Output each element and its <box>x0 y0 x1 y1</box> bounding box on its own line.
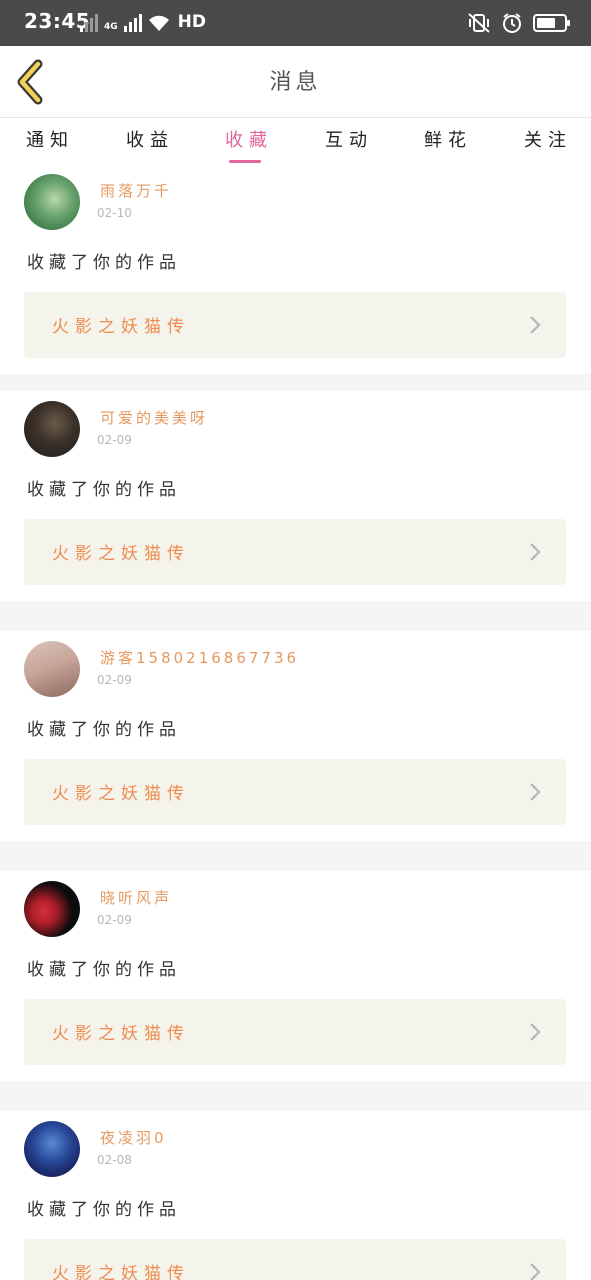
work-link[interactable]: 火影之妖猫传 <box>24 519 566 585</box>
message-card: 雨落万千 02-10 收藏了你的作品 火影之妖猫传 <box>0 164 591 374</box>
action-text: 收藏了你的作品 <box>27 720 181 740</box>
tab-notifications[interactable]: 通知 <box>26 126 74 152</box>
work-title: 火影之妖猫传 <box>52 1264 190 1280</box>
work-title: 火影之妖猫传 <box>52 544 190 564</box>
message-card: 晓听风声 02-09 收藏了你的作品 火影之妖猫传 <box>0 871 591 1081</box>
status-left-icons: 4G HD <box>80 12 206 32</box>
hd-indicator: HD <box>177 12 206 32</box>
active-tab-indicator <box>229 160 261 163</box>
avatar[interactable] <box>24 401 80 457</box>
work-title: 火影之妖猫传 <box>52 1024 190 1044</box>
username[interactable]: 夜凌羽0 <box>100 1127 167 1148</box>
alarm-icon <box>503 13 521 33</box>
message-card: 游客1580216867736 02-09 收藏了你的作品 火影之妖猫传 <box>0 631 591 841</box>
tab-bar: 通知 收益 收藏 互动 鲜花 关注 <box>0 118 591 164</box>
chevron-right-icon <box>530 783 541 801</box>
avatar[interactable] <box>24 641 80 697</box>
message-card: 可爱的美美呀 02-09 收藏了你的作品 火影之妖猫传 <box>0 391 591 601</box>
vibrate-off-icon <box>468 13 490 33</box>
battery-icon <box>533 14 570 32</box>
page-title: 消息 <box>269 70 322 95</box>
action-text: 收藏了你的作品 <box>27 960 181 980</box>
avatar[interactable] <box>24 1121 80 1177</box>
action-text: 收藏了你的作品 <box>27 253 181 273</box>
message-date: 02-10 <box>97 206 132 220</box>
tab-flowers[interactable]: 鲜花 <box>424 126 472 152</box>
header: 消息 <box>0 46 591 118</box>
work-link[interactable]: 火影之妖猫传 <box>24 999 566 1065</box>
avatar[interactable] <box>24 174 80 230</box>
tab-follows[interactable]: 关注 <box>524 126 572 152</box>
work-link[interactable]: 火影之妖猫传 <box>24 292 566 358</box>
username[interactable]: 游客1580216867736 <box>100 647 299 668</box>
message-date: 02-09 <box>97 673 132 687</box>
work-link[interactable]: 火影之妖猫传 <box>24 1239 566 1280</box>
status-right-icons <box>467 12 570 34</box>
chevron-right-icon <box>530 316 541 334</box>
signal-icon <box>123 12 142 32</box>
tab-favorites[interactable]: 收藏 <box>225 126 273 152</box>
action-text: 收藏了你的作品 <box>27 1200 181 1220</box>
signal-icon <box>80 12 98 32</box>
message-date: 02-09 <box>97 433 132 447</box>
username[interactable]: 雨落万千 <box>100 180 172 201</box>
message-date: 02-09 <box>97 913 132 927</box>
tab-interactions[interactable]: 互动 <box>325 126 373 152</box>
username[interactable]: 晓听风声 <box>100 887 172 908</box>
work-link[interactable]: 火影之妖猫传 <box>24 759 566 825</box>
message-card: 夜凌羽0 02-08 收藏了你的作品 火影之妖猫传 <box>0 1111 591 1280</box>
network-type: 4G <box>104 22 118 32</box>
action-text: 收藏了你的作品 <box>27 480 181 500</box>
work-title: 火影之妖猫传 <box>52 317 190 337</box>
message-date: 02-08 <box>97 1153 132 1167</box>
username[interactable]: 可爱的美美呀 <box>100 407 208 428</box>
chevron-right-icon <box>530 543 541 561</box>
tab-earnings[interactable]: 收益 <box>126 126 174 152</box>
battery-level-fill <box>537 18 555 28</box>
chevron-right-icon <box>530 1023 541 1041</box>
chevron-right-icon <box>530 1263 541 1280</box>
status-bar: 23:45 4G HD <box>0 0 591 46</box>
work-title: 火影之妖猫传 <box>52 784 190 804</box>
avatar[interactable] <box>24 881 80 937</box>
wifi-icon <box>148 15 169 31</box>
